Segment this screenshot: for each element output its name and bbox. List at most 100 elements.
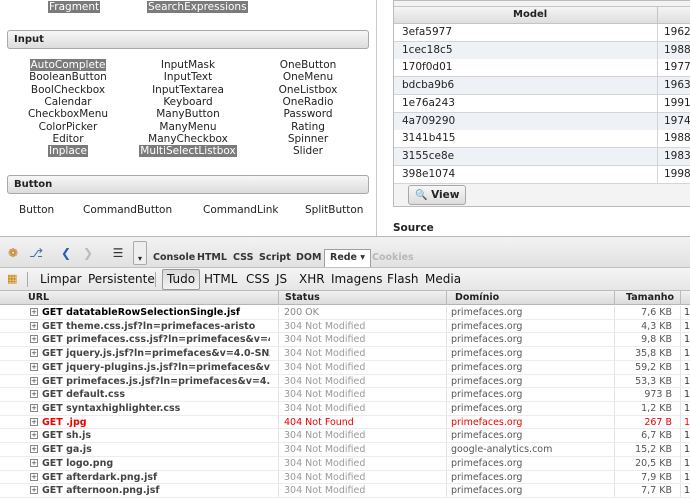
menu-link-input-col2-1[interactable]: InputText (128, 71, 248, 83)
tab-2[interactable]: CSS (233, 252, 253, 263)
menu-link-input-col1-4[interactable]: CheckboxMenu (8, 108, 128, 120)
net-request-row[interactable]: + GET logo.png 304 Not Modified primefaces.… (0, 456, 690, 471)
net-request-row[interactable]: + GET afternoon.png.jsf 304 Not Modified pr… (0, 484, 690, 499)
menu-link-input-col3-6[interactable]: Spinner (248, 133, 368, 145)
expand-plus-icon[interactable]: + (30, 472, 38, 481)
tab-3[interactable]: Script (259, 252, 291, 263)
clear-button[interactable]: Limpar (40, 272, 82, 286)
tab-4[interactable]: DOM (296, 252, 321, 263)
input-section-header[interactable]: Input (7, 30, 369, 49)
net-request-row[interactable]: + GET .jpg 404 Not Found primefaces.org 267 … (0, 415, 690, 430)
view-button[interactable]: 🔍 View (408, 185, 466, 205)
menu-link-input-col2-2[interactable]: InputTextarea (128, 84, 248, 96)
table-row[interactable]: 3141b415 1988 (394, 130, 690, 149)
menu-link-input-col1-0[interactable]: AutoComplete (8, 59, 128, 71)
filter-button-3[interactable]: JS (276, 272, 287, 286)
net-request-row[interactable]: + GET primefaces.js.jsf?ln=primefaces&v=4… (0, 374, 690, 389)
net-request-row[interactable]: + GET sh.js 304 Not Modified primefaces.org… (0, 429, 690, 444)
table-row[interactable]: bdcba9b6 1963 (394, 77, 690, 96)
net-request-row[interactable]: + GET default.css 304 Not Modified primefac… (0, 388, 690, 402)
menu-link-fragment[interactable]: Fragment (48, 1, 101, 13)
menu-link-input-col2-4[interactable]: ManyButton (128, 108, 248, 120)
button-section-header[interactable]: Button (7, 175, 369, 194)
filter-button-6[interactable]: Flash (387, 272, 418, 286)
menu-link-searchexpressions[interactable]: SearchExpressions (147, 1, 248, 13)
inspect-element-icon[interactable]: ⎇ (28, 245, 44, 261)
net-request-row[interactable]: + GET jquery.js.jsf?ln=primefaces&v=4.0-S… (0, 347, 690, 361)
menu-link-input-col2-7[interactable]: MultiSelectListbox (128, 145, 248, 158)
dropdown-arrow-icon[interactable]: ▾ (133, 241, 147, 265)
table-row[interactable]: 170f0d01 1977 (394, 59, 690, 78)
expand-plus-icon[interactable]: + (30, 486, 38, 495)
tab-5[interactable]: Rede ▾ (324, 249, 372, 267)
filter-button-2[interactable]: CSS (246, 272, 270, 286)
expand-plus-icon[interactable]: + (30, 404, 38, 413)
table-row[interactable]: 398e1074 1998 (394, 165, 690, 184)
menu-link-input-col2-0[interactable]: InputMask (128, 59, 248, 71)
expand-plus-icon[interactable]: + (30, 321, 38, 330)
expand-plus-icon[interactable]: + (30, 417, 38, 426)
column-header-status[interactable]: Status (285, 292, 320, 303)
menu-link-commandbutton[interactable]: CommandButton (83, 204, 172, 216)
expand-plus-icon[interactable]: + (30, 458, 38, 467)
cell-separator (657, 94, 658, 113)
expand-plus-icon[interactable]: + (30, 431, 38, 440)
net-request-row[interactable]: + GET datatableRowSelectionSingle.jsf 200 … (0, 306, 690, 320)
menu-link-input-col3-2[interactable]: OneListbox (248, 84, 368, 96)
menu-link-input-col1-7[interactable]: Inplace (8, 145, 128, 158)
menu-link-input-col1-6[interactable]: Editor (8, 133, 128, 145)
tab-0[interactable]: Console (153, 252, 195, 263)
menu-link-input-col1-2[interactable]: BoolCheckbox (8, 84, 128, 96)
net-request-row[interactable]: + GET theme.css.jsf?ln=primefaces-aristo 3… (0, 319, 690, 334)
tab-6[interactable]: Cookies (372, 252, 414, 263)
filter-button-4[interactable]: XHR (299, 272, 325, 286)
filter-button-5[interactable]: Imagens (331, 272, 382, 286)
menu-link-input-col3-5[interactable]: Rating (248, 121, 368, 133)
menu-link-input-col3-4[interactable]: Password (248, 108, 368, 120)
filter-button-1[interactable]: HTML (204, 272, 237, 286)
net-request-row[interactable]: + GET jquery-plugins.js.jsf?ln=primefaces… (0, 360, 690, 375)
menu-link-input-col1-5[interactable]: ColorPicker (8, 121, 128, 133)
column-header-url[interactable]: URL (28, 292, 49, 303)
menu-link-button[interactable]: Button (19, 204, 54, 216)
back-arrow-icon[interactable]: ❮ (58, 245, 74, 261)
net-request-row[interactable]: + GET primefaces.css.jsf?ln=primefaces&v=… (0, 333, 690, 348)
table-row[interactable]: 3155ce8e 1983 (394, 147, 690, 166)
menu-link-input-col2-3[interactable]: Keyboard (128, 96, 248, 108)
forward-arrow-icon[interactable]: ❯ (80, 245, 96, 261)
column-separator (614, 443, 615, 456)
net-request-row[interactable]: + GET syntaxhighlighter.css 304 Not Modifi… (0, 402, 690, 416)
filter-button-0[interactable]: Tudo (162, 269, 201, 290)
firebug-bug-icon[interactable]: ❁ (5, 245, 21, 261)
net-request-row[interactable]: + GET afterdark.png.jsf 304 Not Modified pr… (0, 470, 690, 485)
menu-link-input-col1-3[interactable]: Calendar (8, 96, 128, 108)
menu-link-input-col1-1[interactable]: BooleanButton (8, 71, 128, 83)
expand-plus-icon[interactable]: + (30, 376, 38, 385)
net-request-row[interactable]: + GET ga.js 304 Not Modified google-analyti… (0, 443, 690, 457)
menu-link-input-col3-1[interactable]: OneMenu (248, 71, 368, 83)
menu-link-input-col3-0[interactable]: OneButton (248, 59, 368, 71)
table-row[interactable]: 1e76a243 1991 (394, 94, 690, 113)
panel-menu-icon[interactable]: ☰ (110, 245, 126, 261)
table-row[interactable]: 3efa5977 1962 (394, 24, 690, 42)
filter-button-7[interactable]: Media (425, 272, 461, 286)
persist-button[interactable]: Persistente (88, 272, 155, 286)
expand-plus-icon[interactable]: + (30, 335, 38, 344)
menu-link-commandlink[interactable]: CommandLink (203, 204, 278, 216)
menu-link-input-col3-3[interactable]: OneRadio (248, 96, 368, 108)
expand-plus-icon[interactable]: + (30, 445, 38, 454)
menu-link-input-col2-5[interactable]: ManyMenu (128, 121, 248, 133)
column-header-size[interactable]: Tamanho (626, 292, 674, 303)
expand-plus-icon[interactable]: + (30, 349, 38, 358)
column-header-domain[interactable]: Domínio (455, 292, 499, 303)
column-header-model[interactable]: Model (513, 9, 547, 20)
table-row[interactable]: 4a709290 1974 (394, 112, 690, 131)
table-row[interactable]: 1cec18c5 1988 (394, 41, 690, 60)
tab-1[interactable]: HTML (197, 252, 227, 263)
expand-plus-icon[interactable]: + (30, 390, 38, 399)
menu-link-splitbutton[interactable]: SplitButton (305, 204, 363, 216)
menu-link-input-col2-6[interactable]: ManyCheckbox (128, 133, 248, 145)
menu-link-input-col3-7[interactable]: Slider (248, 145, 368, 157)
expand-plus-icon[interactable]: + (30, 308, 38, 316)
expand-plus-icon[interactable]: + (30, 362, 38, 371)
